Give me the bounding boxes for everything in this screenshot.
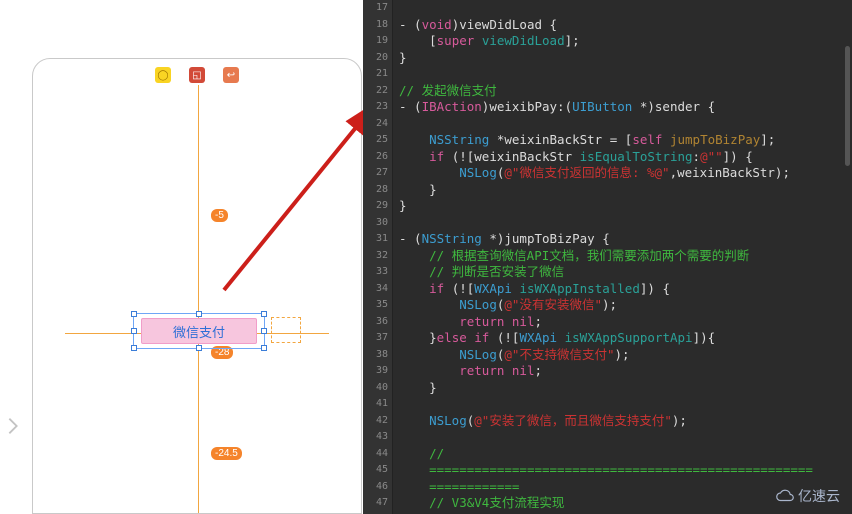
- resize-handle[interactable]: [261, 311, 267, 317]
- line-number: 32: [363, 248, 392, 265]
- line-number: 45: [363, 462, 392, 479]
- code-line[interactable]: // 判断是否安装了微信: [399, 264, 813, 281]
- storyboard-icon[interactable]: ◯: [155, 67, 171, 83]
- resize-handle[interactable]: [196, 311, 202, 317]
- code-line[interactable]: NSLog(@"没有安装微信");: [399, 297, 813, 314]
- line-number: 29: [363, 198, 392, 215]
- constraint-badge[interactable]: -5: [211, 209, 228, 222]
- code-line[interactable]: //: [399, 446, 813, 463]
- resize-handle[interactable]: [131, 311, 137, 317]
- line-number: 21: [363, 66, 392, 83]
- line-number: 42: [363, 413, 392, 430]
- code-line[interactable]: [super viewDidLoad];: [399, 33, 813, 50]
- code-line[interactable]: }: [399, 380, 813, 397]
- code-line[interactable]: }: [399, 198, 813, 215]
- line-number: 22: [363, 83, 392, 100]
- constraint-badge[interactable]: -24.5: [211, 447, 242, 460]
- line-number: 23: [363, 99, 392, 116]
- line-number: 33: [363, 264, 392, 281]
- resize-handle[interactable]: [261, 328, 267, 334]
- line-number-gutter: 1718192021222324252627282930313233343536…: [363, 0, 393, 514]
- code-line[interactable]: // 发起微信支付: [399, 83, 813, 100]
- resize-handle[interactable]: [261, 345, 267, 351]
- line-number: 35: [363, 297, 392, 314]
- line-number: 19: [363, 33, 392, 50]
- outline-toggle-icon[interactable]: [2, 415, 24, 437]
- code-line[interactable]: [399, 429, 813, 446]
- code-line[interactable]: [399, 396, 813, 413]
- first-responder-icon[interactable]: ◱: [189, 67, 205, 83]
- line-number: 36: [363, 314, 392, 331]
- line-number: 20: [363, 50, 392, 67]
- code-line[interactable]: }: [399, 50, 813, 67]
- code-line[interactable]: return nil;: [399, 363, 813, 380]
- uibutton[interactable]: 微信支付: [141, 318, 257, 344]
- code-line[interactable]: NSString *weixinBackStr = [self jumpToBi…: [399, 132, 813, 149]
- line-number: 31: [363, 231, 392, 248]
- line-number: 46: [363, 479, 392, 496]
- code-line[interactable]: NSLog(@"安装了微信，而且微信支持支付");: [399, 413, 813, 430]
- code-line[interactable]: - (void)viewDidLoad {: [399, 17, 813, 34]
- line-number: 43: [363, 429, 392, 446]
- code-line[interactable]: return nil;: [399, 314, 813, 331]
- resize-handle[interactable]: [131, 345, 137, 351]
- ib-selected-button[interactable]: 微信支付: [133, 313, 265, 349]
- code-line[interactable]: - (NSString *)jumpToBizPay {: [399, 231, 813, 248]
- code-line[interactable]: - (IBAction)weixibPay:(UIButton *)sender…: [399, 99, 813, 116]
- ib-scene-icons: ◯ ◱ ↩: [155, 67, 239, 83]
- line-number: 18: [363, 17, 392, 34]
- line-number: 34: [363, 281, 392, 298]
- line-number: 26: [363, 149, 392, 166]
- exit-icon[interactable]: ↩: [223, 67, 239, 83]
- code-line[interactable]: if (![weixinBackStr isEqualToString:@""]…: [399, 149, 813, 166]
- code-line[interactable]: [399, 66, 813, 83]
- resize-handle[interactable]: [131, 328, 137, 334]
- line-number: 28: [363, 182, 392, 199]
- code-line[interactable]: ============: [399, 479, 813, 496]
- code-line[interactable]: NSLog(@"不支持微信支付");: [399, 347, 813, 364]
- line-number: 39: [363, 363, 392, 380]
- code-line[interactable]: // V3&V4支付流程实现: [399, 495, 813, 512]
- code-line[interactable]: }: [399, 182, 813, 199]
- code-line[interactable]: if (![WXApi isWXAppInstalled]) {: [399, 281, 813, 298]
- code-line[interactable]: [399, 0, 813, 17]
- code-line[interactable]: [399, 215, 813, 232]
- code-line[interactable]: NSLog(@"微信支付返回的信息: %@",weixinBackStr);: [399, 165, 813, 182]
- line-number: 38: [363, 347, 392, 364]
- line-number: 41: [363, 396, 392, 413]
- ib-canvas[interactable]: ◯ ◱ ↩ -5 -28 -24.5 微信支付: [32, 58, 362, 514]
- ib-guide-vertical: [198, 85, 199, 513]
- line-number: 24: [363, 116, 392, 133]
- line-number: 27: [363, 165, 392, 182]
- line-number: 30: [363, 215, 392, 232]
- code-line[interactable]: // 根据查询微信API文档，我们需要添加两个需要的判断: [399, 248, 813, 265]
- code-line[interactable]: ========================================…: [399, 462, 813, 479]
- code-line[interactable]: [399, 116, 813, 133]
- line-number: 25: [363, 132, 392, 149]
- code-editor[interactable]: 1718192021222324252627282930313233343536…: [363, 0, 852, 514]
- line-number: 17: [363, 0, 392, 17]
- scrollbar[interactable]: [845, 46, 850, 166]
- line-number: 37: [363, 330, 392, 347]
- interface-builder-panel: ◯ ◱ ↩ -5 -28 -24.5 微信支付: [0, 0, 363, 514]
- line-number: 44: [363, 446, 392, 463]
- line-number: 47: [363, 495, 392, 512]
- ib-placeholder-box: [271, 317, 301, 343]
- code-line[interactable]: }else if (![WXApi isWXAppSupportApi]){: [399, 330, 813, 347]
- line-number: 40: [363, 380, 392, 397]
- resize-handle[interactable]: [196, 345, 202, 351]
- code-content[interactable]: - (void)viewDidLoad { [super viewDidLoad…: [393, 0, 813, 514]
